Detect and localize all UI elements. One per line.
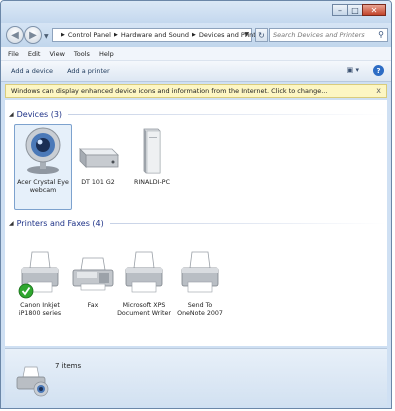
printer-item-xps[interactable]: Microsoft XPS Document Writer <box>115 248 173 318</box>
printer-item-fax[interactable]: Fax <box>64 248 122 310</box>
status-bar: 7 items <box>5 348 387 406</box>
device-label-computer: RINALDI-PC <box>134 179 170 186</box>
window-controls: – □ ✕ <box>332 4 386 16</box>
group-title-devices: Devices (3) <box>16 109 63 119</box>
collapse-arrow-icon[interactable]: ◢ <box>9 220 14 227</box>
maximize-icon: □ <box>351 5 359 15</box>
group-divider <box>68 113 387 115</box>
devices-and-printers-icon <box>13 359 53 399</box>
close-icon: ✕ <box>370 5 378 15</box>
device-label-webcam: Acer Crystal Eye webcam <box>17 179 69 194</box>
item-count: 7 items <box>55 362 82 370</box>
navigation-bar: ◀ ▶ ▼ ▶ Control Panel ▶ Hardware and Sou… <box>1 23 391 47</box>
fax-icon <box>69 248 117 300</box>
command-bar: Add a device Add a printer ▣ ▾ ? <box>1 61 391 82</box>
close-button[interactable]: ✕ <box>362 4 386 16</box>
printer-item-canon[interactable]: Canon Inkjet iP1800 series <box>11 248 69 318</box>
menu-tools[interactable]: Tools <box>74 50 90 58</box>
address-bar[interactable]: ▶ Control Panel ▶ Hardware and Sound ▶ D… <box>52 28 266 42</box>
group-divider <box>109 222 387 224</box>
printer-label-canon: Canon Inkjet iP1800 series <box>18 302 62 317</box>
menu-bar: File Edit View Tools Help <box>1 47 391 61</box>
search-input[interactable] <box>273 31 373 39</box>
device-item-usb-drive[interactable]: DT 101 G2 <box>69 125 127 187</box>
add-device-button[interactable]: Add a device <box>11 67 53 75</box>
breadcrumb-separator-icon: ▶ <box>113 32 118 38</box>
search-icon[interactable]: ⚲ <box>378 30 384 39</box>
help-icon[interactable]: ? <box>373 65 384 76</box>
group-header-devices[interactable]: ◢ Devices (3) <box>5 108 387 120</box>
address-dropdown-icon[interactable]: ▼ <box>244 31 249 38</box>
add-printer-button[interactable]: Add a printer <box>67 67 110 75</box>
minimize-icon: – <box>338 5 342 15</box>
devices-content-pane[interactable]: ◢ Devices (3) Acer Crystal Eye webcam DT… <box>5 100 387 346</box>
menu-edit[interactable]: Edit <box>28 50 41 58</box>
device-label-usb-drive: DT 101 G2 <box>81 179 115 186</box>
menu-file[interactable]: File <box>8 50 19 58</box>
refresh-button[interactable]: ↻ <box>255 28 268 42</box>
printer-label-onenote: Send To OneNote 2007 <box>177 302 223 317</box>
forward-button[interactable]: ▶ <box>24 26 42 44</box>
computer-tower-icon <box>128 125 176 177</box>
change-view-icon[interactable]: ▣ ▾ <box>347 66 359 74</box>
device-item-webcam[interactable]: Acer Crystal Eye webcam <box>14 124 72 210</box>
collapse-arrow-icon[interactable]: ◢ <box>9 111 14 118</box>
group-header-printers[interactable]: ◢ Printers and Faxes (4) <box>5 217 387 229</box>
refresh-icon: ↻ <box>258 30 265 40</box>
menu-view[interactable]: View <box>49 50 64 58</box>
breadcrumb-control-panel[interactable]: Control Panel <box>68 31 111 39</box>
back-button[interactable]: ◀ <box>6 26 24 44</box>
printer-item-onenote[interactable]: Send To OneNote 2007 <box>171 248 229 318</box>
printer-icon <box>120 248 168 300</box>
forward-arrow-icon: ▶ <box>29 29 37 41</box>
back-arrow-icon: ◀ <box>11 29 19 41</box>
info-bar-close-button[interactable]: x <box>376 86 381 95</box>
breadcrumb-hardware-and-sound[interactable]: Hardware and Sound <box>121 31 189 39</box>
breadcrumb-separator-icon: ▶ <box>192 32 196 38</box>
printer-label-xps: Microsoft XPS Document Writer <box>117 302 171 317</box>
title-bar[interactable]: – □ ✕ <box>1 1 391 23</box>
group-title-printers: Printers and Faxes (4) <box>16 218 104 228</box>
printer-label-fax: Fax <box>87 302 99 309</box>
usb-drive-icon <box>74 125 122 177</box>
recent-pages-chevron-icon[interactable]: ▼ <box>44 33 49 40</box>
devices-and-printers-window: – □ ✕ ◀ ▶ ▼ ▶ Control Panel ▶ Hardware a… <box>0 0 392 409</box>
printer-icon <box>16 248 64 300</box>
webcam-icon <box>19 125 67 177</box>
device-item-computer[interactable]: RINALDI-PC <box>123 125 181 187</box>
breadcrumb-separator-icon: ▶ <box>61 32 65 38</box>
minimize-button[interactable]: – <box>332 4 348 16</box>
printer-icon <box>176 248 224 300</box>
info-bar-text: Windows can display enhanced device icon… <box>11 87 328 95</box>
search-box[interactable]: ⚲ <box>269 28 388 42</box>
maximize-button[interactable]: □ <box>347 4 363 16</box>
menu-help[interactable]: Help <box>99 50 114 58</box>
info-bar[interactable]: Windows can display enhanced device icon… <box>5 84 387 98</box>
